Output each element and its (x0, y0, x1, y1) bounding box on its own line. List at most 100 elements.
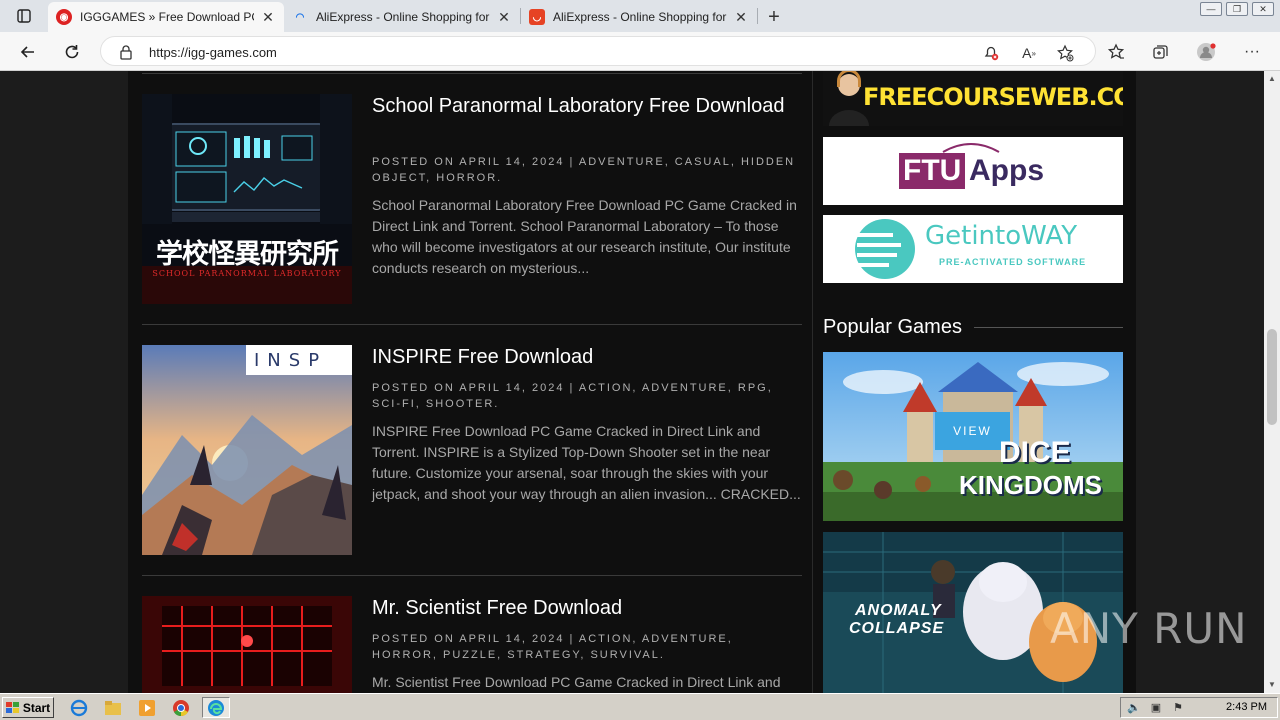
lock-icon[interactable] (119, 44, 133, 65)
collections-button[interactable] (1146, 38, 1174, 66)
new-tab-button[interactable]: + (758, 2, 790, 32)
post-divider (142, 324, 802, 325)
url-text: https://igg-games.com (149, 45, 277, 60)
freecourseweb-banner[interactable]: FREECOURSEWEB.COM (823, 71, 1123, 126)
banner-text: FREECOURSEWEB.COM (863, 83, 1123, 111)
heading-rule (973, 326, 1123, 328)
post-meta[interactable]: POSTED ON APRIL 14, 2024 | ADVENTURE, CA… (372, 154, 802, 186)
tab-close-icon[interactable]: ✕ (260, 9, 276, 26)
post-divider (142, 575, 802, 576)
popular-games-heading: Popular Games (823, 316, 1123, 338)
sidebar: FREECOURSEWEB.COM FTU Apps GetintoWAY (812, 71, 1136, 693)
aliexpress-favicon-icon: ◡ (529, 9, 545, 25)
minimize-button[interactable]: — (1200, 2, 1222, 16)
clock[interactable]: 2:43 PM (1226, 701, 1267, 713)
favorites-star-icon (1107, 43, 1125, 59)
address-bar: https://igg-games.com A» ··· (0, 32, 1280, 71)
banner-text-b: Apps (969, 154, 1044, 187)
post-title-link[interactable]: INSPIRE Free Download (372, 345, 792, 370)
post-excerpt: Mr. Scientist Free Download PC Game Crac… (372, 674, 781, 690)
main-content: 学校怪異研究所 SCHOOL PARANORMAL LABORATORY Sch… (128, 71, 812, 693)
banner-text: GetintoWAY (925, 221, 1078, 251)
loading-spinner-icon: ◠ (295, 11, 305, 23)
ftu-arc-icon (942, 143, 1000, 153)
post-thumbnail[interactable]: 学校怪異研究所 SCHOOL PARANORMAL LABORATORY (142, 94, 352, 304)
tab-actions-icon (17, 9, 31, 23)
restore-button[interactable]: ❐ (1226, 2, 1248, 16)
anyrun-watermark: ANY RUN (1050, 604, 1248, 653)
file-explorer-icon[interactable] (102, 697, 124, 718)
tab-close-icon[interactable]: ✕ (496, 9, 512, 26)
system-tray: 🔈 ▣ ⚑ 2:43 PM (1120, 697, 1278, 718)
plus-icon: + (768, 5, 780, 28)
ftuapps-banner[interactable]: FTU Apps (823, 137, 1123, 205)
post-title-link[interactable]: School Paranormal Laboratory Free Downlo… (372, 94, 792, 119)
thumbnail-title: 学校怪異研究所 (156, 239, 339, 270)
internet-explorer-icon[interactable] (68, 697, 90, 718)
page-scrollbar[interactable]: ▲ ▼ (1264, 71, 1280, 693)
back-arrow-icon (20, 46, 34, 58)
thumbnail-subtitle: SCHOOL PARANORMAL LABORATORY (152, 269, 342, 278)
profile-button[interactable] (1192, 38, 1220, 66)
post-meta[interactable]: POSTED ON APRIL 14, 2024 | ACTION, ADVEN… (372, 380, 802, 412)
post-item: 学校怪異研究所 SCHOOL PARANORMAL LABORATORY Sch… (142, 94, 802, 304)
windows-logo-icon (5, 701, 19, 713)
tab-aliexpress-2[interactable]: ◡ AliExpress - Online Shopping for ✕ (521, 2, 757, 32)
avatar (1197, 43, 1216, 61)
game-title-a: ANOMALY (855, 602, 942, 619)
tab-label: AliExpress - Online Shopping for (553, 10, 727, 24)
settings-more-button[interactable]: ··· (1238, 38, 1266, 66)
back-button[interactable] (14, 38, 42, 66)
post-thumbnail[interactable] (142, 596, 352, 693)
collections-icon (1153, 45, 1168, 59)
start-label: Start (22, 700, 51, 715)
post-item: INSP INSPIRE Free Download POSTED ON APR… (142, 345, 802, 555)
thumbnail-title: INSP (254, 350, 328, 371)
favorites-button[interactable] (1102, 38, 1130, 66)
game-title-b: COLLAPSE (849, 620, 945, 637)
post-excerpt: School Paranormal Laboratory Free Downlo… (372, 197, 797, 276)
tab-igggames[interactable]: ◉ IGGGAMES » Free Download PC G ✕ (48, 2, 284, 32)
post-item: Mr. Scientist Free Download POSTED ON AP… (142, 596, 802, 693)
game-title-a: DICE (999, 436, 1071, 469)
edge-taskbar-icon[interactable] (202, 697, 230, 718)
close-window-button[interactable]: ✕ (1252, 2, 1274, 16)
scrollbar-thumb[interactable] (1267, 329, 1277, 425)
refresh-icon (65, 45, 79, 59)
game-title-b: KINGDOMS (959, 470, 1102, 500)
tab-actions-button[interactable] (0, 0, 48, 32)
web-page: 学校怪異研究所 SCHOOL PARANORMAL LABORATORY Sch… (0, 71, 1264, 693)
post-meta[interactable]: POSTED ON APRIL 14, 2024 | ACTION, ADVEN… (372, 631, 802, 663)
refresh-button[interactable] (58, 38, 86, 66)
banner-text-a: FTU (899, 153, 966, 189)
tab-aliexpress-1[interactable]: ◠ AliExpress - Online Shopping for ✕ (284, 2, 520, 32)
scroll-up-icon[interactable]: ▲ (1264, 71, 1280, 87)
post-title-link[interactable]: Mr. Scientist Free Download (372, 596, 792, 621)
tab-label: AliExpress - Online Shopping for (316, 10, 490, 24)
tab-close-icon[interactable]: ✕ (733, 9, 749, 26)
post-thumbnail[interactable]: INSP (142, 345, 352, 555)
notification-blocked-icon[interactable] (981, 43, 1001, 63)
taskbar: Start 🔈 ▣ ⚑ 2:43 PM (0, 693, 1280, 720)
getintoway-banner[interactable]: GetintoWAY PRE-ACTIVATED SOFTWARE (823, 215, 1123, 283)
add-favorite-icon[interactable] (1055, 43, 1075, 63)
volume-icon[interactable]: 🔈 (1127, 701, 1141, 715)
start-button[interactable]: Start (2, 697, 54, 718)
post-divider (142, 73, 802, 74)
flag-icon[interactable]: ⚑ (1171, 701, 1185, 715)
igggames-favicon-icon: ◉ (56, 9, 72, 25)
network-icon[interactable]: ▣ (1149, 701, 1163, 715)
popular-game-card[interactable]: VIEW DICE KINGDOMS (823, 352, 1123, 521)
url-field[interactable]: https://igg-games.com A» (100, 36, 1096, 66)
banner-subtext: PRE-ACTIVATED SOFTWARE (939, 257, 1087, 267)
tab-bar: ◉ IGGGAMES » Free Download PC G ✕ ◠ AliE… (0, 0, 1280, 32)
getintoway-logo-icon (855, 219, 915, 279)
tab-label: IGGGAMES » Free Download PC G (80, 10, 254, 24)
scroll-down-icon[interactable]: ▼ (1264, 677, 1280, 693)
media-player-icon[interactable] (136, 697, 158, 718)
read-aloud-icon[interactable]: A» (1019, 43, 1039, 63)
window-controls: — ❐ ✕ (1200, 2, 1274, 16)
ellipsis-icon: ··· (1244, 43, 1260, 60)
post-excerpt: INSPIRE Free Download PC Game Cracked in… (372, 423, 801, 502)
chrome-icon[interactable] (170, 697, 192, 718)
